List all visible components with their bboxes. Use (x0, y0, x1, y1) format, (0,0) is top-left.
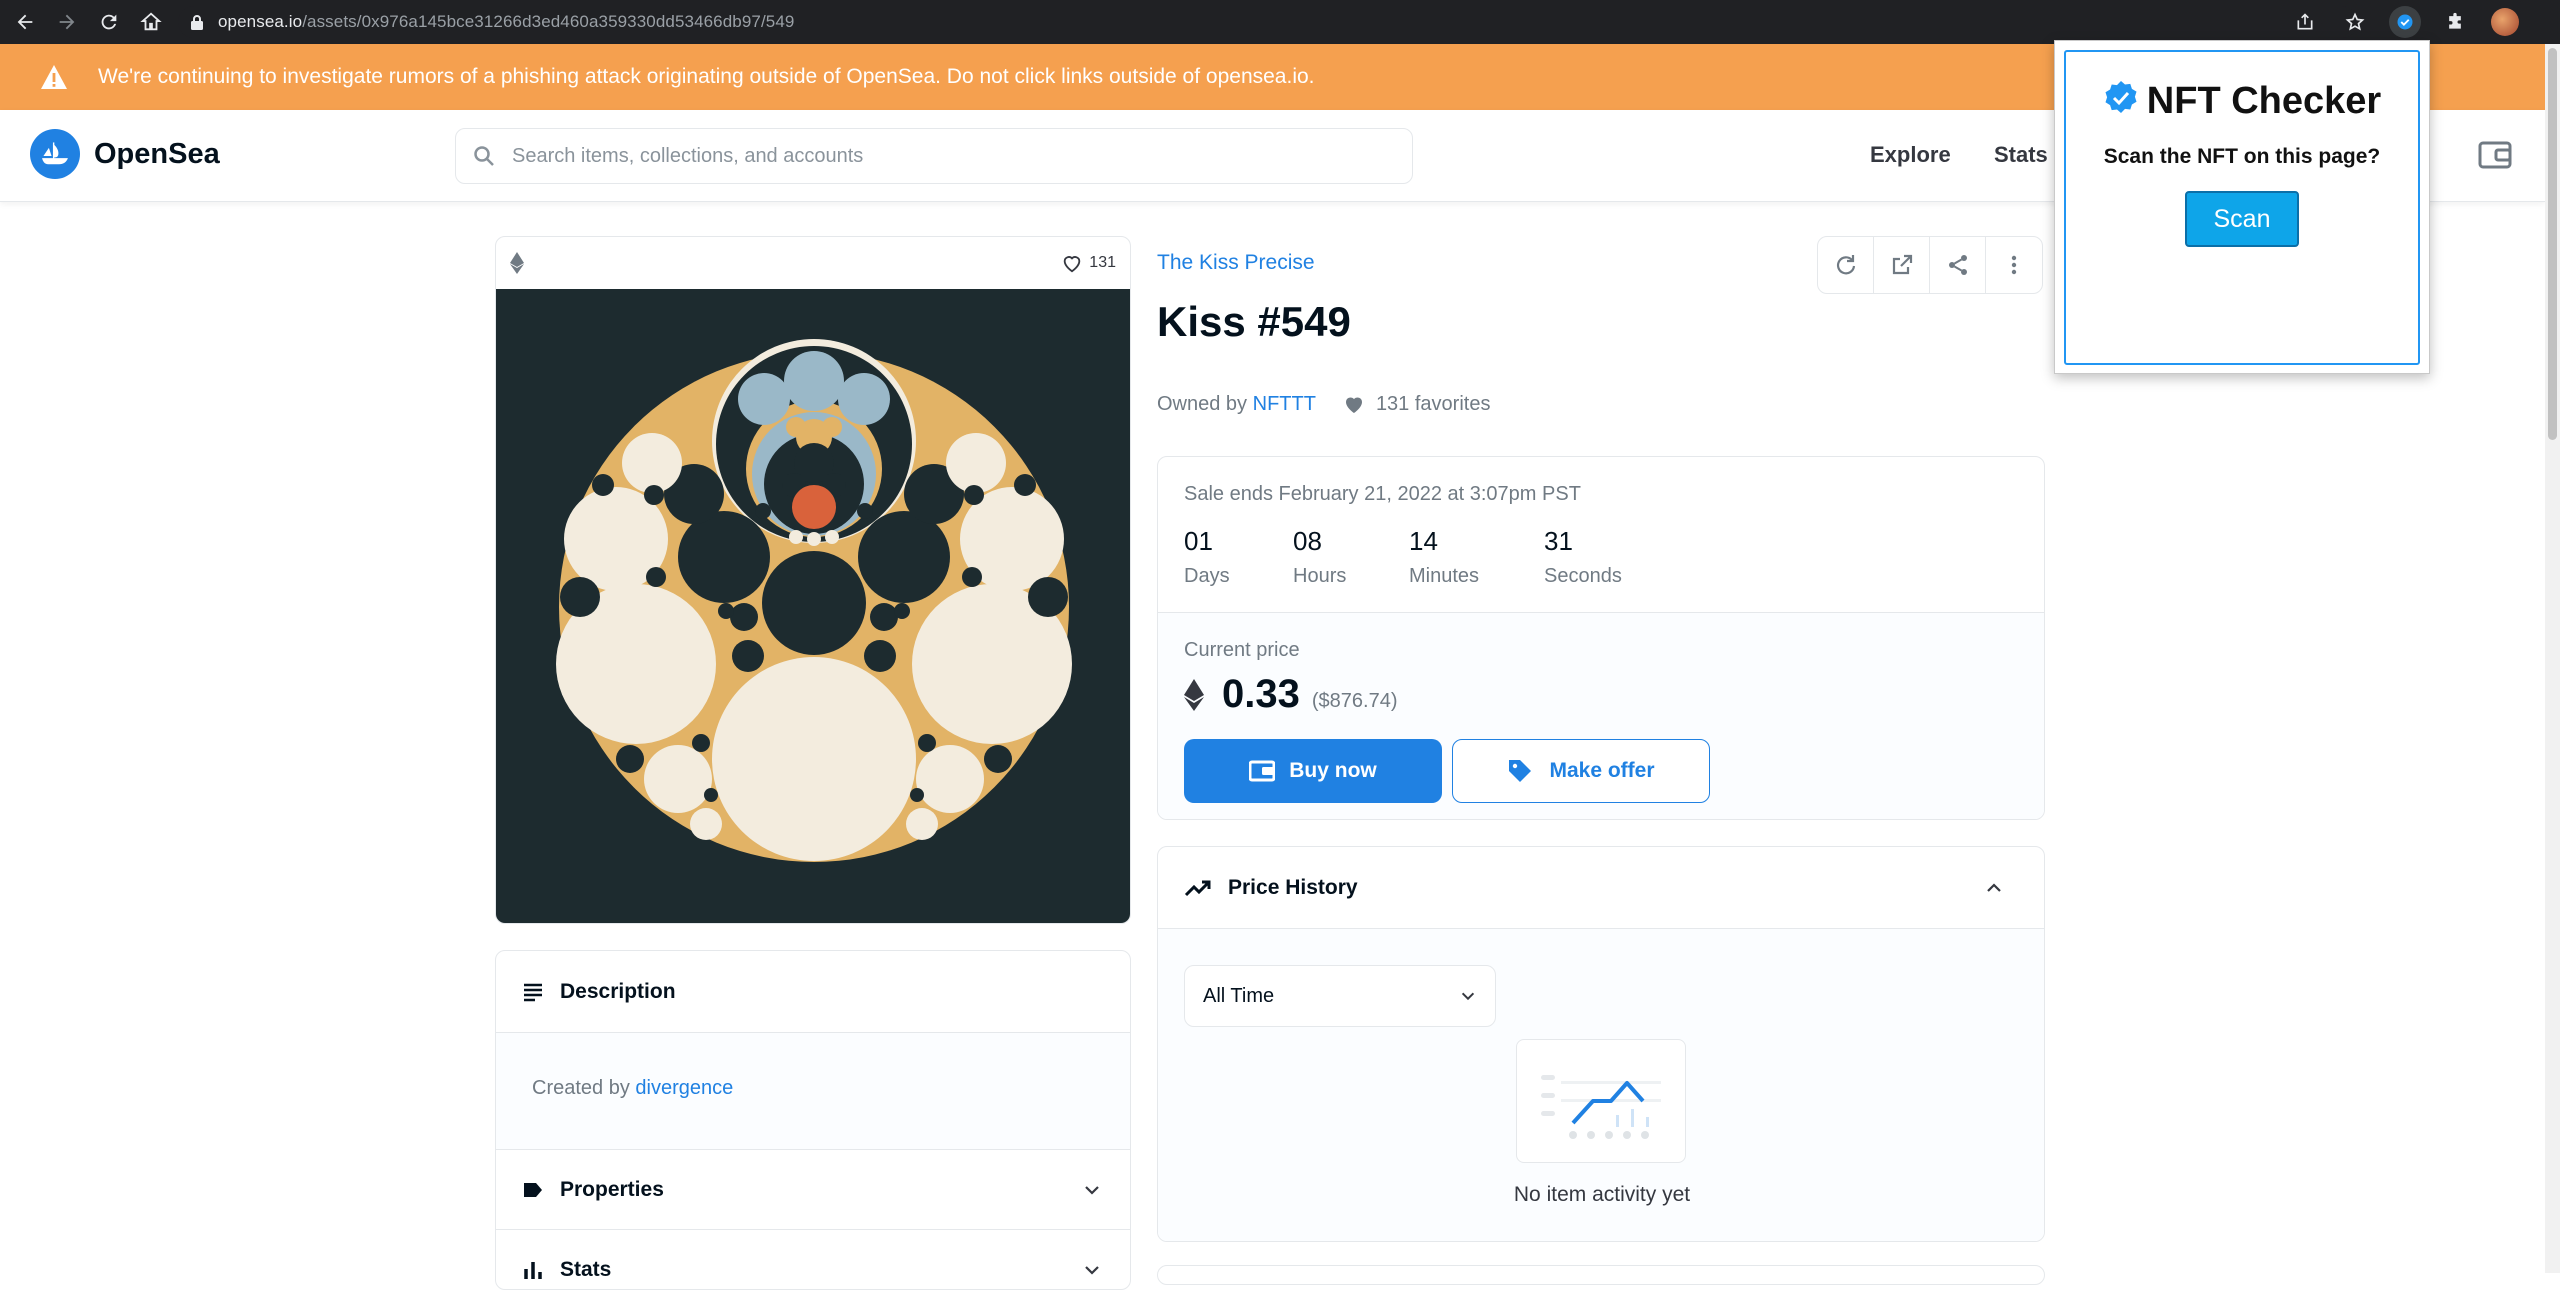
collection-link[interactable]: The Kiss Precise (1157, 251, 1315, 275)
bookmark-star-icon[interactable] (2330, 6, 2380, 38)
countdown: 01 Days 08 Hours 14 Minutes 31 Seconds (1184, 526, 2018, 588)
favorite-button[interactable]: 131 (1061, 252, 1116, 274)
ethereum-icon (510, 252, 524, 274)
make-offer-button[interactable]: Make offer (1452, 739, 1710, 803)
owner-row: Owned by NFTTT 131 favorites (1157, 392, 1491, 416)
ethereum-icon (1184, 678, 1204, 711)
next-panel-edge (1157, 1265, 2045, 1285)
more-vertical-icon (2011, 255, 2017, 275)
empty-chart-illustration (1516, 1039, 1686, 1163)
chevron-down-icon (1085, 1185, 1099, 1195)
chevron-down-icon (1461, 992, 1475, 1001)
more-options-button[interactable] (1986, 237, 2042, 293)
nft-media-card: 131 (495, 236, 1131, 924)
bar-chart-icon (524, 1261, 542, 1279)
banner-message: We're continuing to investigate rumors o… (98, 65, 1315, 88)
page-scrollbar[interactable] (2545, 44, 2560, 1273)
nft-checker-extension-icon[interactable] (2380, 6, 2430, 38)
heart-icon (1064, 256, 1081, 273)
trending-up-icon (1184, 880, 1211, 896)
empty-state-text: No item activity yet (1513, 1183, 1691, 1206)
verified-badge-icon (2105, 80, 2137, 113)
price-history-panel: Price History All Time No item activity … (1157, 846, 2045, 1242)
reload-icon[interactable] (92, 5, 126, 39)
tag-icon (1509, 760, 1532, 782)
sale-ends-text: Sale ends February 21, 2022 at 3:07pm PS… (1184, 483, 1581, 505)
search-box[interactable] (455, 128, 1413, 184)
description-header[interactable]: Description (496, 951, 1130, 1033)
price-usd: ($876.74) (1311, 690, 1398, 712)
price-row: 0.33 ($876.74) (1184, 672, 2018, 717)
nav-stats[interactable]: Stats (1994, 142, 2048, 168)
item-actions (1817, 236, 2043, 294)
profile-avatar[interactable] (2480, 6, 2530, 38)
countdown-minutes: 14 Minutes (1409, 526, 1480, 587)
current-price-label: Current price (1184, 639, 1300, 661)
browser-toolbar: opensea.io/assets/0x976a145bce31266d3ed4… (0, 0, 2560, 44)
opensea-logo-icon (30, 129, 80, 179)
buy-now-button[interactable]: Buy now (1184, 739, 1442, 803)
price-value: 0.33 (1222, 672, 1300, 716)
extensions-puzzle-icon[interactable] (2430, 6, 2480, 38)
nft-checker-popup: NFT Checker Scan the NFT on this page? S… (2054, 40, 2430, 374)
countdown-hours: 08 Hours (1293, 526, 1347, 587)
price-history-header[interactable]: Price History (1158, 847, 2044, 929)
properties-accordion[interactable]: Properties (496, 1149, 1130, 1229)
search-icon (474, 146, 494, 166)
scan-button[interactable]: Scan (2185, 191, 2299, 247)
time-range-select[interactable]: All Time (1184, 965, 1496, 1027)
refresh-button[interactable] (1818, 237, 1874, 293)
favorites-label: 131 favorites (1375, 392, 1491, 415)
search-input[interactable] (512, 144, 1372, 168)
popup-title: NFT Checker (2066, 80, 2418, 123)
chevron-down-icon (1085, 1265, 1099, 1275)
brand-name: OpenSea (94, 137, 220, 170)
tag-icon (524, 1182, 542, 1197)
external-link-icon (1892, 254, 1912, 275)
nft-artwork[interactable] (496, 289, 1130, 923)
share-button[interactable] (1930, 237, 1986, 293)
stats-accordion[interactable]: Stats (496, 1229, 1130, 1289)
favorites-count: 131 (1089, 254, 1116, 271)
description-body: Created by divergence (496, 1033, 1130, 1149)
chevron-up-icon (1987, 882, 2001, 892)
creator-link[interactable]: divergence (635, 1077, 733, 1099)
home-icon[interactable] (134, 5, 168, 39)
sale-card: Sale ends February 21, 2022 at 3:07pm PS… (1157, 456, 2045, 820)
wallet-icon (1249, 760, 1276, 782)
forward-icon[interactable] (50, 5, 84, 39)
heart-filled-icon (1345, 397, 1362, 413)
back-icon[interactable] (8, 5, 42, 39)
lock-icon (191, 15, 203, 30)
nav-explore[interactable]: Explore (1870, 142, 1951, 168)
refresh-icon (1836, 255, 1855, 275)
share-icon (1948, 255, 1967, 275)
share-page-icon[interactable] (2280, 6, 2330, 38)
scrollbar-thumb[interactable] (2548, 48, 2557, 440)
popup-question: Scan the NFT on this page? (2103, 145, 2381, 168)
open-external-button[interactable] (1874, 237, 1930, 293)
countdown-days: 01 Days (1184, 526, 1230, 587)
countdown-seconds: 31 Seconds (1544, 526, 1622, 587)
opensea-logo[interactable]: OpenSea (30, 129, 220, 179)
address-bar[interactable]: opensea.io/assets/0x976a145bce31266d3ed4… (178, 6, 2358, 38)
url-text: opensea.io/assets/0x976a145bce31266d3ed4… (218, 12, 795, 31)
owner-link[interactable]: NFTTT (1253, 393, 1316, 416)
item-title: Kiss #549 (1157, 298, 1351, 345)
description-panel: Description Created by divergence Proper… (495, 950, 1131, 1290)
warning-icon (41, 65, 67, 89)
description-lines-icon (524, 983, 542, 1001)
chrome-menu-icon[interactable] (2530, 6, 2560, 38)
wallet-icon[interactable] (2478, 138, 2512, 172)
